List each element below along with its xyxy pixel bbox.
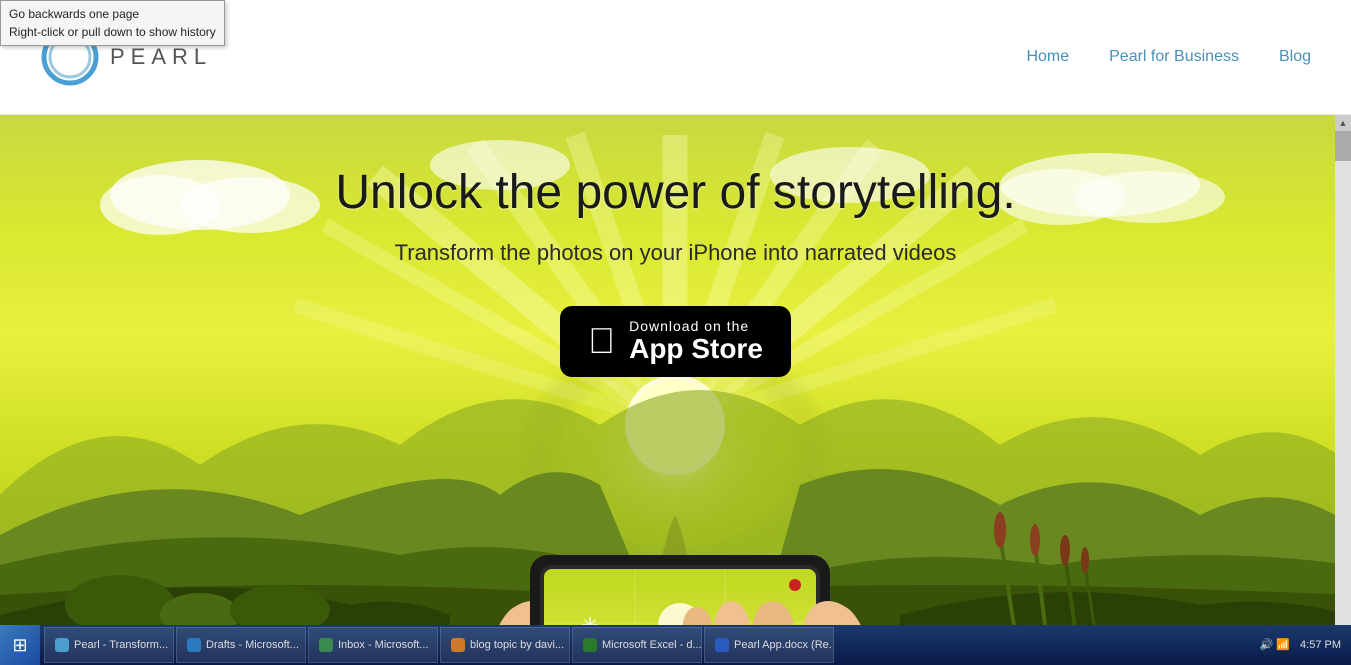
scrollbar[interactable]: ▲ ▼ [1335,115,1351,665]
nav-blog[interactable]: Blog [1279,48,1311,66]
taskbar-right: 🔊 📶 4:57 PM [1260,638,1351,652]
app-store-label: App Store [629,334,763,365]
apple-icon:  [588,323,615,359]
scrollbar-thumb[interactable] [1335,131,1351,161]
taskbar-icons: 🔊 📶 [1260,638,1290,651]
taskbar-clock: 4:57 PM [1300,638,1341,652]
browser-tooltip: Go backwards one page Right-click or pul… [0,0,225,46]
nav-home[interactable]: Home [1026,48,1069,66]
tooltip-line2: Right-click or pull down to show history [9,25,216,39]
app-icon-4 [583,638,597,652]
taskbar: ⊞ Pearl - Transform... Drafts - Microsof… [0,625,1351,665]
app-store-text: Download on the App Store [629,318,763,365]
hero-content: Unlock the power of storytelling. Transf… [0,115,1351,377]
taskbar-apps: Pearl - Transform... Drafts - Microsoft.… [40,625,1260,665]
app-icon-1 [187,638,201,652]
taskbar-app-0[interactable]: Pearl - Transform... [44,627,174,663]
app-icon-0 [55,638,69,652]
taskbar-app-5[interactable]: Pearl App.docx (Re... [704,627,834,663]
app-icon-3 [451,638,465,652]
logo-text: PEARL [110,44,212,70]
taskbar-app-4[interactable]: Microsoft Excel - d... [572,627,702,663]
taskbar-app-3[interactable]: blog topic by davi... [440,627,570,663]
taskbar-app-1[interactable]: Drafts - Microsoft... [176,627,306,663]
scrollbar-up[interactable]: ▲ [1335,115,1351,131]
hero-section: Unlock the power of storytelling. Transf… [0,115,1351,665]
start-button[interactable]: ⊞ [0,625,40,665]
tooltip-line1: Go backwards one page [9,7,139,21]
nav-business[interactable]: Pearl for Business [1109,48,1239,66]
clock-time: 4:57 PM [1300,638,1341,652]
hero-subtitle: Transform the photos on your iPhone into… [395,240,957,266]
app-icon-2 [319,638,333,652]
taskbar-app-2[interactable]: Inbox - Microsoft... [308,627,438,663]
app-icon-5 [715,638,729,652]
app-store-button[interactable]:  Download on the App Store [560,306,791,377]
download-on-label: Download on the [629,318,763,334]
hero-title: Unlock the power of storytelling. [335,165,1015,220]
nav-links: Home Pearl for Business Blog [1026,48,1311,66]
